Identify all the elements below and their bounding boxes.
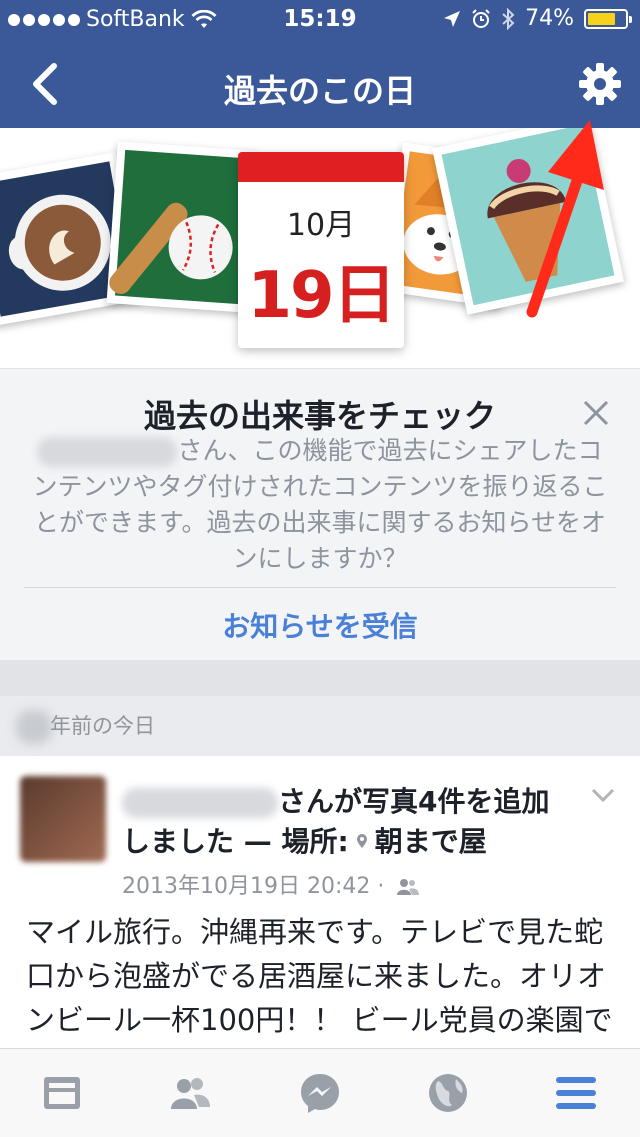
- post-header: さんが写真4件を追加しました — 場所: 朝まで屋: [122, 782, 572, 862]
- section-header: 年前の今日: [0, 696, 640, 756]
- calendar-graphic: 10月 19日: [238, 152, 404, 348]
- redacted-years: [16, 710, 52, 744]
- close-icon[interactable]: [582, 399, 610, 427]
- notification-prompt-card: 過去の出来事をチェック さん、この機能で過去にシェアしたコンテンツやタグ付けされ…: [0, 368, 640, 661]
- calendar-header: [238, 152, 404, 182]
- top-bar: SoftBank 15:19 74% 過去のこの日: [0, 0, 640, 128]
- card-title: 過去の出来事をチェック: [143, 397, 496, 435]
- status-right: 74%: [443, 6, 632, 31]
- alarm-clock-icon: [472, 8, 490, 28]
- news-feed-icon[interactable]: [40, 1071, 84, 1115]
- page-title: 過去のこの日: [223, 72, 416, 110]
- location-pin-icon: [356, 834, 367, 848]
- tab-bar: [0, 1048, 640, 1137]
- battery-percent: 74%: [525, 6, 574, 31]
- meta-separator: ·: [377, 874, 385, 899]
- card-divider: [24, 587, 616, 588]
- gear-icon[interactable]: [578, 62, 622, 106]
- calendar-month: 10月: [286, 208, 356, 243]
- post-meta: 2013年10月19日 20:42 ·: [122, 868, 420, 900]
- globe-icon[interactable]: [426, 1071, 470, 1115]
- menu-icon[interactable]: [554, 1071, 598, 1115]
- baseball-photo: [106, 141, 258, 313]
- location-arrow-icon: [444, 10, 461, 27]
- enable-notifications-button[interactable]: お知らせを受信: [0, 605, 640, 645]
- post-place[interactable]: 朝まで屋: [375, 825, 487, 858]
- redacted-author-name[interactable]: [122, 788, 278, 818]
- post-text: マイル旅行。沖縄再来です。テレビで見た蛇口から泡盛がでる居酒屋に来ました。オリオ…: [26, 915, 613, 1048]
- redacted-user-name: [37, 437, 178, 467]
- section-label: 年前の今日: [50, 714, 155, 738]
- memories-banner: 10月 19日: [0, 128, 640, 368]
- card-body: さん、この機能で過去にシェアしたコンテンツやタグ付けされたコンテンツを振り返るこ…: [30, 433, 610, 577]
- ice-cream-photo: [432, 128, 624, 315]
- messenger-icon[interactable]: [298, 1071, 342, 1115]
- calendar-day: 19日: [247, 259, 396, 333]
- friends-audience-icon[interactable]: [397, 877, 420, 897]
- bluetooth-icon: [502, 7, 515, 30]
- avatar[interactable]: [20, 776, 106, 862]
- battery-icon: [584, 8, 632, 29]
- friends-icon[interactable]: [168, 1071, 212, 1115]
- chevron-down-icon[interactable]: [590, 786, 616, 804]
- memory-post: さんが写真4件を追加しました — 場所: 朝まで屋 2013年10月19日 20:…: [0, 756, 640, 1048]
- section-spacer: [0, 660, 640, 696]
- post-timestamp[interactable]: 2013年10月19日 20:42: [122, 874, 370, 899]
- status-bar: SoftBank 15:19 74%: [0, 0, 640, 40]
